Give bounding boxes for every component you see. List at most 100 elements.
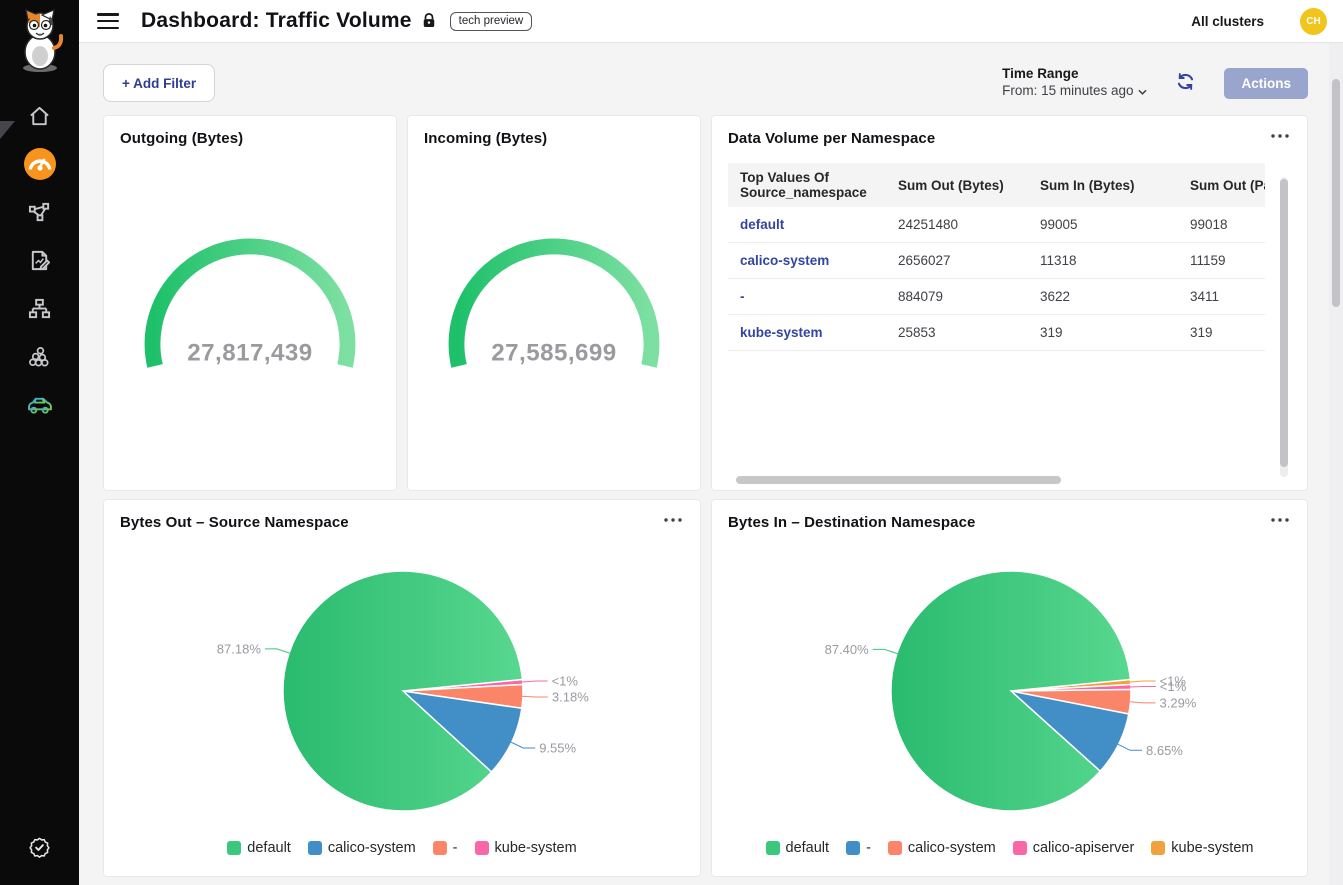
pie-label: <1%: [552, 674, 579, 689]
table-row: -88407936223411: [728, 279, 1265, 315]
legend-swatch: [475, 841, 489, 855]
namespace-link[interactable]: -: [728, 279, 886, 315]
refresh-icon: [1175, 80, 1196, 95]
pie-legend: default - calico-system calico-apiserver kub…: [728, 840, 1291, 856]
pie-label-line: [265, 649, 291, 654]
card-bytes-out-pie: Bytes Out – Source Namespace <1%3.18%9.5…: [103, 499, 701, 877]
pie-label-line: [1117, 744, 1142, 751]
pie-label-line: [521, 696, 548, 697]
sidebar-item-clusters[interactable]: [0, 332, 79, 380]
legend-item-kube-system[interactable]: kube-system: [1151, 840, 1253, 856]
pie-label-line: [1129, 702, 1156, 703]
cat-logo[interactable]: [14, 8, 66, 74]
pie-label-line: [510, 742, 536, 749]
top-header: Dashboard: Traffic Volume tech preview A…: [79, 0, 1343, 43]
pie-chart-bytes-out[interactable]: <1%3.18%9.55%87.18%: [120, 533, 686, 838]
actions-button[interactable]: Actions: [1224, 68, 1308, 99]
gauge-chart-incoming: 27,585,699: [424, 147, 684, 476]
chevron-down-icon: [1138, 83, 1147, 100]
table-column-header: Sum Out (Packet: [1178, 163, 1265, 207]
sidebar-item-topology[interactable]: [0, 284, 79, 332]
gauge-value: 27,585,699: [491, 340, 616, 367]
legend-item--[interactable]: -: [846, 840, 871, 856]
service-graph-icon: [28, 201, 51, 224]
table-cell: 2656027: [886, 243, 1028, 279]
table-cell: 11159: [1178, 243, 1265, 279]
table-row: default242514809900599018: [728, 207, 1265, 243]
legend-label: -: [866, 840, 871, 856]
cards-row-2: Bytes Out – Source Namespace <1%3.18%9.5…: [103, 499, 1308, 877]
card-incoming-bytes: Incoming (Bytes) 27,585,699: [407, 115, 701, 491]
card-title: Bytes In – Destination Namespace: [728, 514, 975, 531]
legend-swatch: [308, 841, 322, 855]
table-horizontal-scrollbar[interactable]: [728, 476, 1277, 484]
table-row: kube-system25853319319: [728, 315, 1265, 351]
main-content: + Add Filter Time Range From: 15 minutes…: [79, 43, 1343, 885]
cluster-selector[interactable]: All clusters: [1191, 14, 1264, 29]
more-options-icon[interactable]: [1269, 514, 1291, 526]
legend-label: default: [247, 840, 291, 856]
legend-label: kube-system: [495, 840, 577, 856]
report-icon: [28, 249, 51, 272]
legend-swatch: [1013, 841, 1027, 855]
namespace-link[interactable]: kube-system: [728, 315, 886, 351]
table-cell: 319: [1028, 315, 1178, 351]
sidebar-item-service-graph[interactable]: [0, 188, 79, 236]
table-cell: 99018: [1178, 207, 1265, 243]
sidebar-item-car[interactable]: [0, 380, 79, 428]
filter-toolbar: + Add Filter Time Range From: 15 minutes…: [103, 64, 1308, 102]
refresh-button[interactable]: [1173, 69, 1198, 97]
table-column-header: Top Values Of Source_namespace: [728, 163, 886, 207]
verified-badge-icon: [28, 836, 51, 859]
card-bytes-in-pie: Bytes In – Destination Namespace <1%<1%3…: [711, 499, 1308, 877]
page-vertical-scrollbar[interactable]: [1329, 43, 1343, 885]
namespace-table: Top Values Of Source_namespaceSum Out (B…: [728, 163, 1265, 351]
cards-row-1: Outgoing (Bytes) 27,817,439 Incoming (By…: [103, 115, 1308, 491]
namespace-link[interactable]: calico-system: [728, 243, 886, 279]
tech-preview-badge: tech preview: [450, 12, 533, 31]
table-cell: 24251480: [886, 207, 1028, 243]
sidebar: [0, 0, 79, 885]
sidebar-item-reports[interactable]: [0, 236, 79, 284]
table-cell: 3411: [1178, 279, 1265, 315]
table-cell: 884079: [886, 279, 1028, 315]
table-row: calico-system26560271131811159: [728, 243, 1265, 279]
legend-item-calico-apiserver[interactable]: calico-apiserver: [1013, 840, 1135, 856]
legend-item--[interactable]: -: [433, 840, 458, 856]
pie-label: <1%: [1160, 679, 1187, 694]
more-options-icon[interactable]: [662, 514, 684, 526]
pie-label-line: [1129, 681, 1156, 682]
hamburger-menu-icon[interactable]: [97, 13, 119, 29]
legend-swatch: [1151, 841, 1165, 855]
legend-label: -: [453, 840, 458, 856]
pie-legend: default calico-system - kube-system: [120, 840, 684, 856]
legend-item-calico-system[interactable]: calico-system: [888, 840, 996, 856]
pie-label: 9.55%: [539, 741, 576, 756]
pie-label-line: [873, 649, 899, 654]
avatar[interactable]: CH: [1300, 8, 1327, 35]
sidebar-item-dashboards[interactable]: [0, 140, 79, 188]
legend-item-kube-system[interactable]: kube-system: [475, 840, 577, 856]
card-title: Outgoing (Bytes): [120, 130, 380, 147]
legend-swatch: [766, 841, 780, 855]
legend-label: calico-system: [908, 840, 996, 856]
card-title: Incoming (Bytes): [424, 130, 684, 147]
more-options-icon[interactable]: [1269, 130, 1291, 142]
card-data-volume-table: Data Volume per Namespace Top Values Of …: [711, 115, 1308, 491]
time-range-dropdown[interactable]: From: 15 minutes ago: [1002, 83, 1147, 100]
pie-label: 87.18%: [217, 641, 262, 656]
sidebar-notch: [0, 121, 15, 139]
legend-swatch: [846, 841, 860, 855]
legend-item-default[interactable]: default: [766, 840, 830, 856]
legend-item-calico-system[interactable]: calico-system: [308, 840, 416, 856]
table-vertical-scrollbar[interactable]: [1280, 177, 1288, 477]
legend-label: calico-apiserver: [1033, 840, 1135, 856]
namespace-link[interactable]: default: [728, 207, 886, 243]
pie-chart-bytes-in[interactable]: <1%<1%3.29%8.65%87.40%: [728, 533, 1293, 838]
legend-swatch: [227, 841, 241, 855]
table-cell: 11318: [1028, 243, 1178, 279]
add-filter-button[interactable]: + Add Filter: [103, 64, 215, 102]
sidebar-item-compliance[interactable]: [0, 823, 79, 871]
legend-item-default[interactable]: default: [227, 840, 291, 856]
namespace-table-clip: Top Values Of Source_namespaceSum Out (B…: [728, 163, 1265, 351]
